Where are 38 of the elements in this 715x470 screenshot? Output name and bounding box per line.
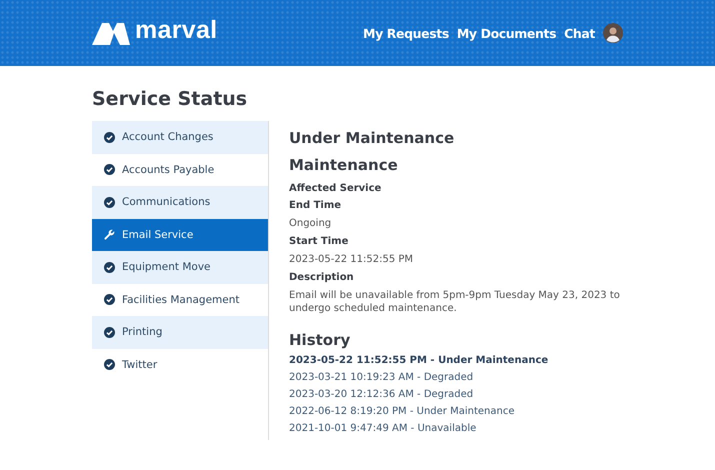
page-title: Service Status	[92, 88, 248, 110]
field-value: Email will be unavailable from 5pm-9pm Tuesday May 23, 2023 to undergo scheduled maintenance.	[289, 289, 621, 315]
sidebar-item[interactable]: Printing	[92, 316, 268, 348]
status-heading: Under Maintenance	[289, 129, 456, 147]
check-circle-icon	[104, 359, 115, 370]
sidebar-item[interactable]: Accounts Payable	[92, 154, 268, 186]
wrench-icon	[104, 229, 115, 240]
history-entry[interactable]: 2023-03-21 10:19:23 AM - Degraded	[289, 372, 649, 383]
history-entry[interactable]: 2022-06-12 8:19:20 PM - Under Maintenance	[289, 406, 649, 417]
sidebar-item[interactable]: Email Service	[92, 218, 268, 251]
avatar[interactable]	[603, 23, 623, 43]
history-heading: History	[289, 331, 352, 349]
field-label: Description	[289, 272, 355, 283]
nav-link[interactable]: My Requests	[363, 26, 449, 40]
history-entry[interactable]: 2021-10-01 9:47:49 AM - Unavailable	[289, 423, 649, 434]
field-value: 2023-05-22 11:52:55 PM	[289, 253, 414, 266]
check-circle-icon	[104, 262, 115, 273]
nav-link[interactable]: My Documents	[456, 26, 556, 40]
check-circle-icon	[104, 326, 115, 338]
sidebar-item[interactable]: Account Changes	[92, 121, 268, 154]
sidebar-item[interactable]: Twitter	[92, 348, 268, 381]
maintenance-heading: Maintenance	[289, 156, 399, 174]
check-circle-icon	[104, 132, 115, 143]
history-entry[interactable]: 2023-05-22 11:52:55 PM - Under Maintenance	[289, 355, 649, 366]
logo-text: marval	[135, 16, 218, 44]
field-value: Ongoing	[289, 217, 332, 230]
field-label: Affected Service	[289, 183, 382, 194]
field-label: End Time	[289, 200, 342, 211]
logo-icon	[92, 21, 130, 45]
sidebar-item[interactable]: Equipment Move	[92, 251, 268, 284]
nav-link[interactable]: Chat	[564, 26, 595, 40]
check-circle-icon	[104, 164, 115, 176]
check-circle-icon	[104, 196, 115, 208]
field-label: Start Time	[289, 236, 350, 247]
check-circle-icon	[104, 294, 115, 306]
history-entry[interactable]: 2023-03-20 12:12:36 AM - Degraded	[289, 389, 649, 400]
sidebar-item[interactable]: Communications	[92, 186, 268, 218]
sidebar-item[interactable]: Facilities Management	[92, 284, 268, 316]
